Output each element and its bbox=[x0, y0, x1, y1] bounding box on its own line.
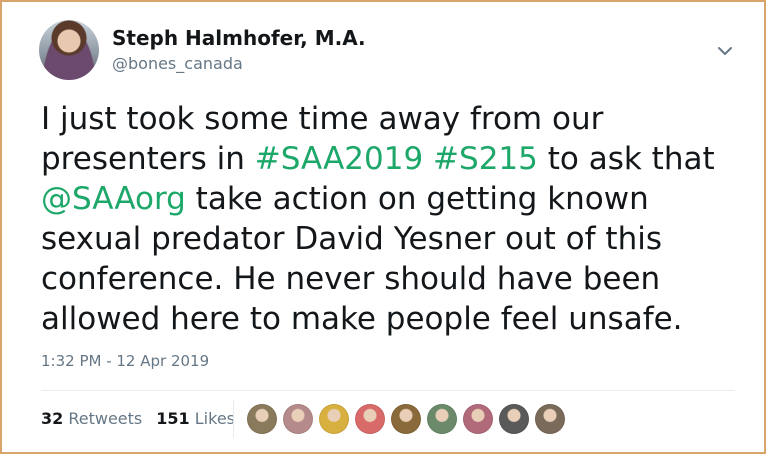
liker-avatar[interactable] bbox=[247, 404, 277, 434]
author-name[interactable]: Steph Halmhofer, M.A. bbox=[112, 26, 366, 50]
retweets-count: 32 bbox=[41, 409, 64, 428]
liker-avatar[interactable] bbox=[355, 404, 385, 434]
hashtag-link[interactable]: #SAA2019 bbox=[255, 141, 423, 177]
tweet-stats: 32 Retweets 151 Likes bbox=[41, 409, 235, 428]
divider bbox=[41, 390, 735, 391]
liker-avatar[interactable] bbox=[535, 404, 565, 434]
tweet-timestamp[interactable]: 1:32 PM - 12 Apr 2019 bbox=[41, 352, 209, 370]
retweets-label: Retweets bbox=[68, 409, 143, 428]
liker-avatar[interactable] bbox=[427, 404, 457, 434]
likes-label: Likes bbox=[194, 409, 235, 428]
liker-avatar[interactable] bbox=[463, 404, 493, 434]
tweet-text-segment bbox=[423, 141, 433, 177]
tweet-card: Steph Halmhofer, M.A. @bones_canada I ju… bbox=[0, 0, 766, 454]
liker-avatar[interactable] bbox=[499, 404, 529, 434]
likes-count: 151 bbox=[156, 409, 190, 428]
liker-avatar[interactable] bbox=[283, 404, 313, 434]
mention-link[interactable]: @SAAorg bbox=[41, 181, 186, 217]
stats-separator bbox=[233, 400, 234, 438]
tweet-text: I just took some time away from our pres… bbox=[41, 99, 741, 339]
author-avatar[interactable] bbox=[39, 20, 99, 80]
likers-avatars bbox=[247, 404, 565, 434]
hashtag-link[interactable]: #S215 bbox=[433, 141, 538, 177]
liker-avatar[interactable] bbox=[391, 404, 421, 434]
chevron-down-icon[interactable] bbox=[716, 42, 734, 60]
liker-avatar[interactable] bbox=[319, 404, 349, 434]
tweet-text-segment: to ask that bbox=[537, 141, 715, 177]
author-handle[interactable]: @bones_canada bbox=[112, 54, 243, 73]
retweets-stat[interactable]: 32 Retweets bbox=[41, 409, 142, 428]
likes-stat[interactable]: 151 Likes bbox=[156, 409, 235, 428]
